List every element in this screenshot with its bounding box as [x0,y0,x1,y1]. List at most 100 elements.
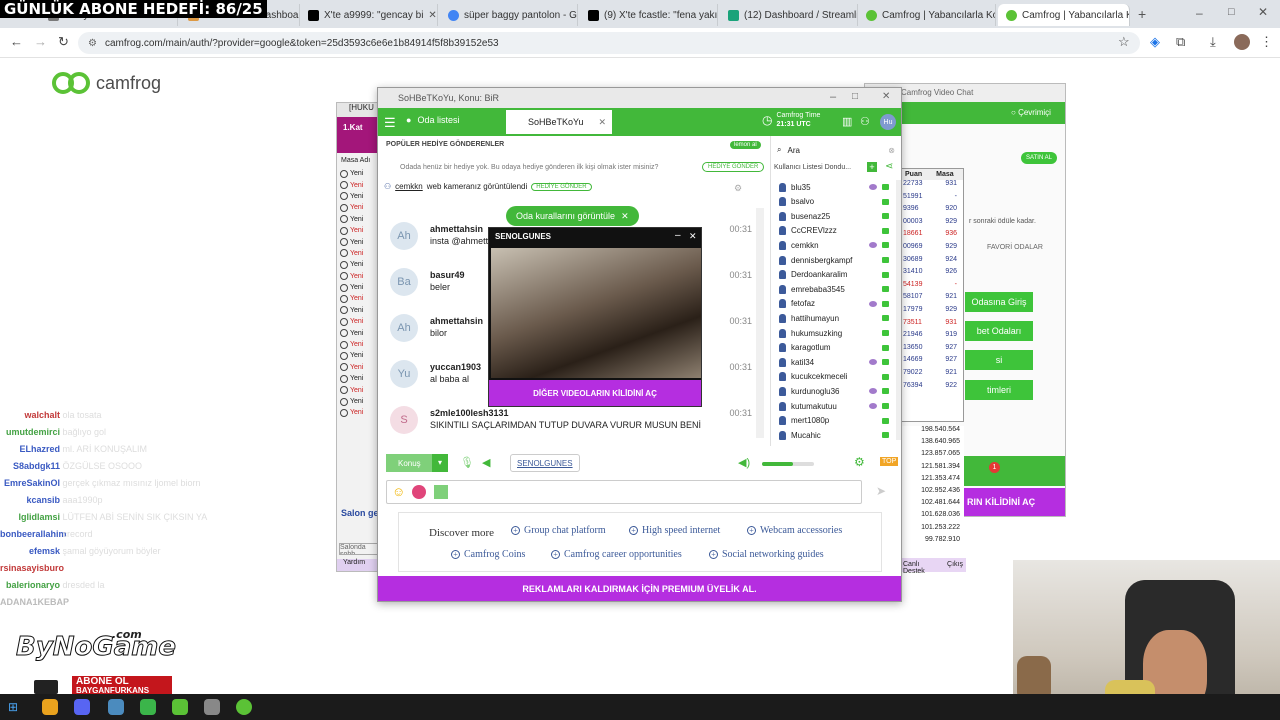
clear-icon[interactable]: ⊗ [888,146,895,155]
stats-icon[interactable]: ▥ [842,115,852,128]
volume-icon[interactable]: ◀) [738,456,750,469]
user-list-scrollbar[interactable] [896,180,901,440]
webcam-icon[interactable] [882,271,889,278]
address-bar[interactable]: ⚙ camfrog.com/main/auth/?provider=google&… [78,32,1140,54]
add-user-icon[interactable]: + [867,162,877,172]
camfrog-taskbar-icon[interactable] [236,699,252,715]
mute-speaker-icon[interactable]: ◀ [482,456,490,469]
exit-button[interactable]: Çıkış [947,561,963,569]
app-taskbar-icon[interactable] [108,699,124,715]
extensions-puzzle-icon[interactable]: ⧉ [1176,34,1185,50]
back-icon[interactable]: ← [10,34,23,49]
notice-user[interactable]: cemkkn [395,182,423,191]
discover-link[interactable]: + High speed internet [629,525,720,536]
gift-link[interactable]: lemon al [730,141,761,149]
discord-taskbar-icon[interactable] [74,699,90,715]
user-avatar[interactable]: Hu [880,114,896,130]
bookmark-star-icon[interactable]: ☆ [1118,34,1130,50]
close-icon[interactable]: ✕ [621,211,629,222]
avatar[interactable]: S [390,406,418,434]
gift-icon[interactable] [434,485,448,499]
browser-tab[interactable]: X'te a9999: "gencay bi ✕ [300,4,438,26]
close-icon[interactable]: ✕ [882,91,890,102]
browser-tab[interactable]: (12) Dashboard / Streamli✕ [720,4,858,26]
message-author[interactable]: ahmettahsin [430,224,483,234]
share-icon[interactable]: ⋖ [885,161,893,172]
maximize-icon[interactable]: □ [852,91,858,102]
status-indicator[interactable]: ○ Çevrimiçi [1011,108,1051,117]
tab-close-icon[interactable]: ✕ [598,117,606,128]
user-list-item[interactable]: mert1080p [779,414,889,428]
browser-tab[interactable]: (9) X'te fcastle: "fena yakı✕ [580,4,718,26]
discover-link[interactable]: + Camfrog career opportunities [551,549,682,560]
viewing-user-chip[interactable]: SENOLGUNES [510,454,580,472]
video-close-icon[interactable]: ✕ [689,231,697,242]
forward-icon[interactable]: → [34,34,47,49]
buy-button[interactable]: SATIN AL [1021,152,1057,164]
room-rules-button[interactable]: Oda kurallarını görüntüle ✕ [506,206,639,226]
user-list-item[interactable]: karagotlum [779,341,889,355]
chat-scrollbar[interactable] [756,208,764,438]
site-info-icon[interactable]: ⚙ [88,38,97,49]
discover-link[interactable]: + Group chat platform [511,525,606,536]
settings-button[interactable]: timleri [965,380,1033,400]
user-search-input[interactable]: ⌕ Ara ⊗ [777,142,895,158]
app-taskbar-icon[interactable] [140,699,156,715]
webcam-icon[interactable] [882,359,889,366]
webcam-icon[interactable] [882,432,889,439]
settings-gear-icon[interactable]: ⚙ [734,183,742,194]
video-minimize-icon[interactable]: – [675,230,681,241]
user-list-item[interactable]: Mucahic [779,428,889,442]
notice-gift-button[interactable]: HEDİYE GÖNDER [531,182,592,191]
send-icon[interactable]: ➤ [876,484,886,498]
tab-current-room[interactable]: SoHBeTKoYu ✕ [506,110,612,134]
hamburger-menu-icon[interactable]: ☰ [384,115,396,131]
maximize-icon[interactable]: □ [1228,6,1235,18]
menu-dots-icon[interactable]: ⋮ [1260,34,1273,50]
windows-start-icon[interactable]: ⊞ [8,700,18,714]
browser-tab-active[interactable]: Camfrog | Yabancılarla Ko✕ [998,4,1130,26]
top-badge-icon[interactable]: TOP [880,457,899,466]
microphone-icon[interactable]: 🎙 [460,456,474,469]
webcam-icon[interactable] [882,330,889,336]
camfrog-taskbar-icon[interactable] [172,699,188,715]
user-list-item[interactable]: hukumsuzking [779,326,889,340]
webcam-icon[interactable] [882,300,889,307]
download-icon[interactable]: ⤓ [1210,34,1216,50]
user-list-item[interactable]: Derdoankaralim [779,268,889,282]
message-author[interactable]: s2mle100lesh3131 [430,408,509,418]
webcam-icon[interactable] [882,286,889,293]
avatar[interactable]: Ba [390,268,418,296]
chrome-taskbar-icon[interactable] [42,699,58,715]
avatar[interactable]: Ah [390,314,418,342]
webcam-icon[interactable] [882,373,889,380]
user-list-item[interactable]: CcCREVlzzz [779,224,889,238]
discover-link[interactable]: + Webcam accessories [747,525,842,536]
message-input[interactable] [386,480,862,504]
close-window-icon[interactable]: ✕ [1258,5,1268,19]
premium-banner[interactable]: REKLAMLARI KALDIRMAK İÇİN PREMIUM ÜYELİK… [378,576,901,601]
settings-gear-icon[interactable]: ⚙ [854,455,865,469]
avatar[interactable]: Ah [390,222,418,250]
send-gift-button[interactable]: HEDİYE GÖNDER [702,162,765,172]
browser-tab[interactable]: süper baggy pantolon - G✕ [440,4,578,26]
tab-close-icon[interactable]: ✕ [428,10,436,21]
webcam-icon[interactable] [882,315,889,322]
webcam-icon[interactable] [882,403,889,409]
live-support-button[interactable]: Canlı Destek [903,561,941,575]
talk-dropdown-icon[interactable]: ▾ [432,454,448,472]
users-icon[interactable]: ⚇ [860,115,870,128]
app-taskbar-icon[interactable] [204,699,220,715]
webcam-icon[interactable] [882,417,889,424]
webcam-icon[interactable] [882,184,889,190]
webcam-icon[interactable] [882,388,889,395]
reload-icon[interactable]: ↻ [58,34,69,50]
chat-rooms-button[interactable]: bet Odaları [965,321,1033,341]
new-tab-icon[interactable]: + [1138,6,1146,22]
user-list-item[interactable]: dennisbergkampf [779,253,889,267]
browser-tab[interactable]: Camfrog | Yabancılarla Ko✕ [858,4,996,26]
room-enter-button[interactable]: Odasına Giriş [965,292,1033,312]
discover-link[interactable]: + Social networking guides [709,549,824,560]
message-author[interactable]: yuccan1903 [430,362,481,372]
discover-link[interactable]: + Camfrog Coins [451,549,525,560]
